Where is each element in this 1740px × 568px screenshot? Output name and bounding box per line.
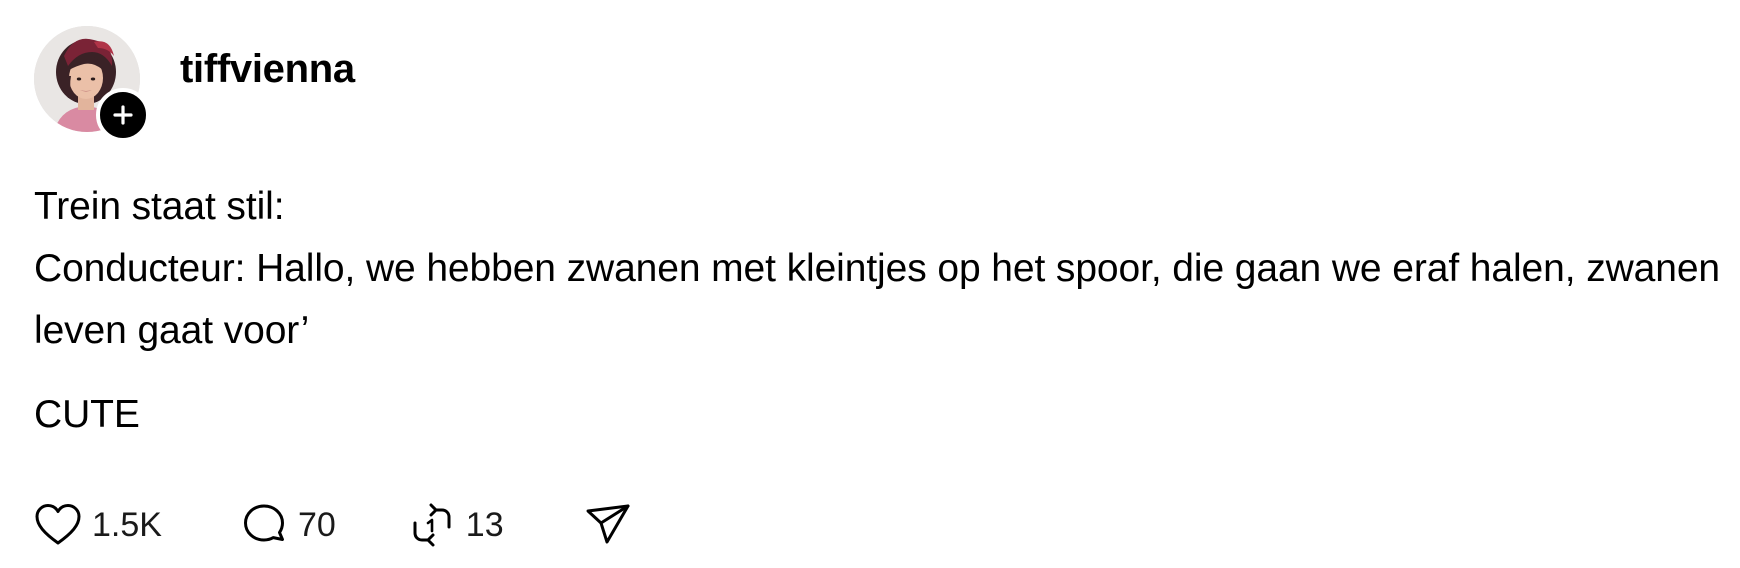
share-button[interactable]: [584, 502, 632, 548]
heart-icon: [35, 504, 81, 545]
like-button[interactable]: 1.5K: [34, 502, 162, 548]
speech-bubble-icon: [243, 504, 284, 542]
post-actions: 1.5K 70 13: [34, 496, 632, 554]
post-text-line-3: CUTE: [34, 393, 140, 436]
author-username[interactable]: tiffvienna: [180, 47, 355, 92]
post-header: tiffvienna: [34, 24, 355, 142]
avatar-container[interactable]: [34, 26, 150, 142]
repost-icon: [413, 503, 451, 547]
post-text-line-1: Trein staat stil:: [34, 185, 285, 228]
send-icon: [586, 504, 630, 544]
reply-count: 70: [297, 505, 336, 544]
reply-button[interactable]: 70: [240, 502, 336, 548]
follow-button[interactable]: [96, 88, 150, 142]
repost-button[interactable]: 13: [408, 501, 504, 549]
post-body: Trein staat stil: Conducteur: Hallo, we …: [34, 176, 1724, 446]
repost-count: 13: [465, 505, 504, 544]
post-text-line-2: Conducteur: Hallo, we hebben zwanen met …: [34, 247, 1721, 352]
like-count: 1.5K: [92, 505, 162, 544]
plus-icon: [113, 105, 133, 125]
post-card: tiffvienna Trein staat stil: Conducteur:…: [0, 0, 1740, 568]
